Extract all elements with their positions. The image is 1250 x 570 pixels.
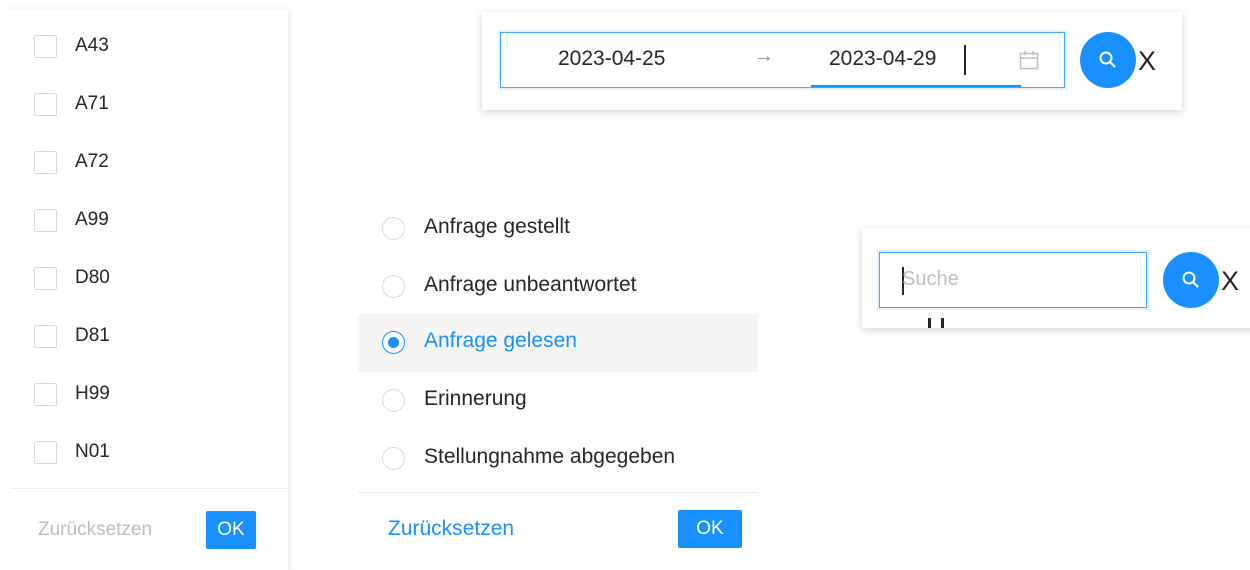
checkbox[interactable]: [34, 208, 57, 232]
checkbox-label: D81: [75, 325, 110, 346]
search-button[interactable]: [1163, 252, 1219, 308]
radio-option[interactable]: Anfrage gestellt: [358, 200, 758, 258]
close-button[interactable]: X: [1138, 46, 1156, 77]
search-input[interactable]: Suche: [879, 252, 1147, 308]
checkbox-label: N01: [75, 441, 110, 462]
date-range-picker[interactable]: 2023-04-25 → 2023-04-29: [500, 32, 1065, 88]
divider: [358, 492, 758, 493]
ok-button[interactable]: OK: [206, 511, 256, 549]
checkbox-item[interactable]: N01: [34, 437, 110, 467]
checkbox-label: A43: [75, 35, 109, 56]
radio-label: Anfrage gestellt: [424, 215, 570, 238]
radio-option-selected[interactable]: Anfrage gelesen: [358, 314, 758, 372]
checkbox-label: A71: [75, 93, 109, 114]
reset-button[interactable]: Zurücksetzen: [38, 515, 152, 545]
calendar-icon[interactable]: [1018, 49, 1040, 71]
radio-button[interactable]: [382, 447, 405, 470]
search-placeholder: Suche: [902, 268, 959, 290]
checkbox-label: D80: [75, 267, 110, 288]
end-date-input[interactable]: 2023-04-29: [829, 47, 936, 71]
search-icon: [1099, 51, 1116, 68]
checkbox[interactable]: [34, 92, 57, 116]
start-date-input[interactable]: 2023-04-25: [558, 47, 665, 71]
checkbox-label: H99: [75, 383, 110, 404]
checkbox-item[interactable]: A72: [34, 147, 109, 177]
radio-button[interactable]: [382, 217, 405, 240]
close-button[interactable]: X: [1221, 266, 1239, 297]
date-range-filter-panel: 2023-04-25 → 2023-04-29 X: [482, 12, 1182, 110]
radio-label: Stellungnahme abgegeben: [424, 445, 676, 468]
checkbox[interactable]: [34, 440, 57, 464]
radio-button[interactable]: [382, 389, 405, 412]
radio-button-checked[interactable]: [382, 331, 405, 354]
arrow-right-icon: →: [754, 45, 774, 67]
checkbox-item[interactable]: D80: [34, 263, 110, 293]
checkbox-item[interactable]: H99: [34, 379, 110, 409]
divider: [10, 488, 288, 489]
checkbox-filter-panel: A43 A71 A72 A99 D80 D81 H99 N01 Zurückse…: [0, 10, 288, 570]
radio-option[interactable]: Stellungnahme abgegeben: [358, 430, 758, 488]
checkbox-item[interactable]: A99: [34, 205, 109, 235]
checkbox[interactable]: [34, 266, 57, 290]
search-button[interactable]: [1080, 32, 1136, 88]
text-cursor: [964, 45, 966, 75]
checkbox-item[interactable]: D81: [34, 321, 110, 351]
checkbox[interactable]: [34, 382, 57, 406]
radio-button[interactable]: [382, 275, 405, 298]
radio-option[interactable]: Anfrage unbeantwortet: [358, 258, 758, 316]
checkbox-item[interactable]: A43: [34, 31, 109, 61]
reset-button[interactable]: Zurücksetzen: [388, 514, 514, 544]
radio-label: Anfrage unbeantwortet: [424, 273, 637, 296]
ok-button[interactable]: OK: [678, 510, 742, 548]
checkbox-item[interactable]: A71: [34, 89, 109, 119]
checkbox[interactable]: [34, 324, 57, 348]
checkbox-label: A99: [75, 209, 109, 230]
active-bar: [811, 85, 1021, 87]
radio-label: Anfrage gelesen: [424, 329, 577, 352]
checkbox[interactable]: [34, 34, 57, 58]
radio-option[interactable]: Erinnerung: [358, 372, 758, 430]
text-search-filter-panel: Suche X: [862, 228, 1250, 328]
underlying-text-fragment: [928, 318, 958, 328]
checkbox-label: A72: [75, 151, 109, 172]
search-icon: [1182, 271, 1199, 288]
checkbox[interactable]: [34, 150, 57, 174]
radio-label: Erinnerung: [424, 387, 527, 410]
